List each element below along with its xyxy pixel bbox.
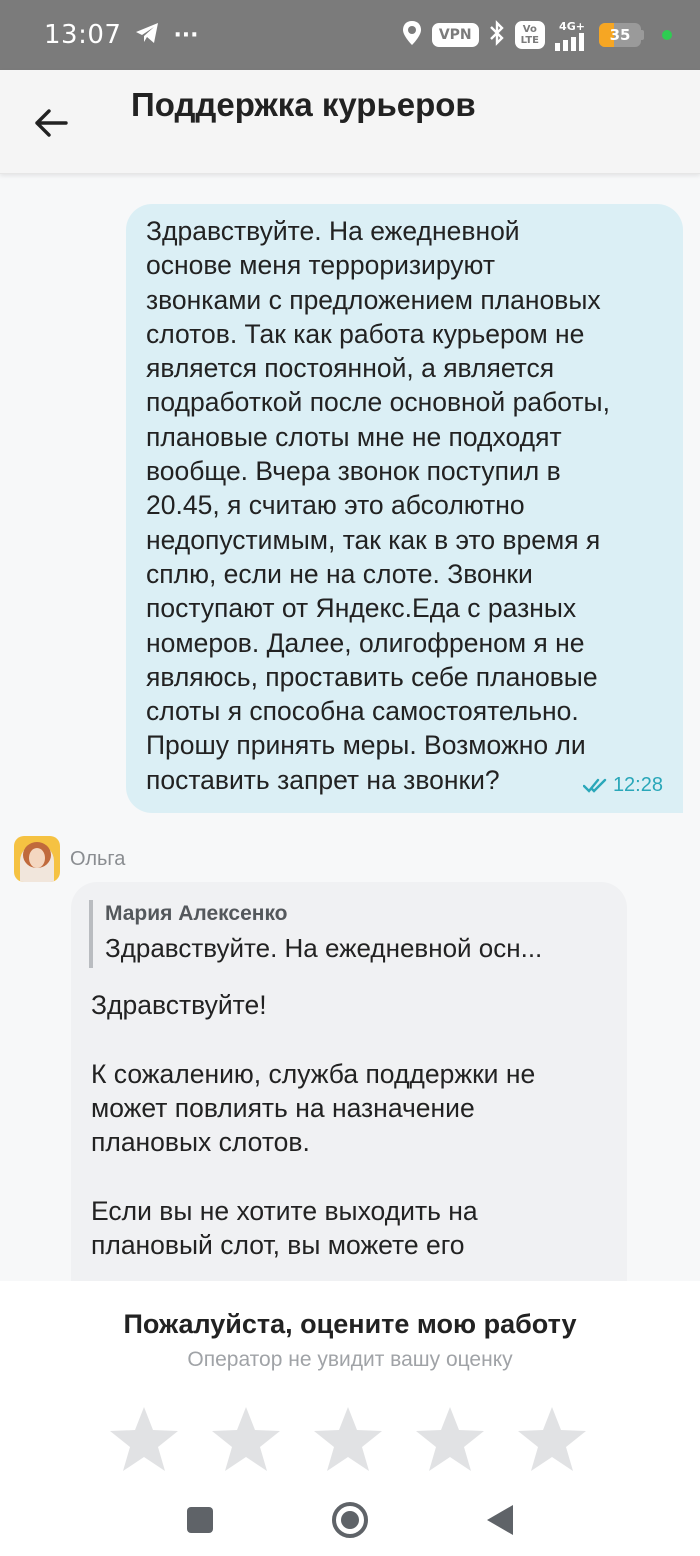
reply-quote[interactable]: Мария Алексенко Здравствуйте. На ежеднев… — [89, 900, 607, 968]
status-right: VPN Vo LTE 4G+ 35 — [402, 20, 672, 51]
recents-square-icon — [187, 1507, 213, 1533]
battery-percent: 35 — [609, 26, 631, 44]
back-nav-button[interactable] — [476, 1496, 524, 1544]
incoming-message[interactable]: Мария Алексенко Здравствуйте. На ежеднев… — [71, 882, 627, 1281]
incoming-message-text: Здравствуйте! К сожалению, служба поддер… — [91, 990, 536, 1261]
star-4-icon[interactable] — [414, 1405, 486, 1477]
more-dots: ··· — [173, 22, 199, 48]
status-left: 13:07 ··· — [44, 20, 199, 50]
signal-icon — [555, 32, 584, 51]
telegram-icon — [135, 22, 159, 48]
message-time-text: 12:28 — [612, 774, 663, 797]
arrow-left-icon — [35, 109, 68, 137]
rating-panel: Пожалуйста, оцените мою работу Оператор … — [0, 1281, 700, 1484]
back-triangle-icon — [487, 1505, 513, 1535]
message-time: 12:28 — [582, 774, 663, 797]
volte-badge: Vo LTE — [514, 21, 545, 49]
rating-subtitle: Оператор не увидит вашу оценку — [187, 1348, 513, 1371]
operator-row: Ольга — [14, 836, 125, 882]
outgoing-message-text: Здравствуйте. На ежедневной основе меня … — [146, 216, 610, 795]
quote-author: Мария Алексенко — [105, 902, 288, 925]
avatar-face — [29, 848, 45, 868]
battery-indicator: 35 — [599, 23, 644, 47]
network-type: 4G+ — [555, 20, 589, 51]
navigation-bar — [0, 1484, 700, 1556]
home-button[interactable] — [326, 1496, 374, 1544]
back-button[interactable] — [28, 100, 74, 146]
battery-body: 35 — [599, 23, 641, 47]
vpn-badge: VPN — [431, 23, 479, 47]
quote-text: Здравствуйте. На ежедневной осн... — [105, 933, 543, 963]
star-2-icon[interactable] — [210, 1405, 282, 1477]
app-header: Поддержка курьеров — [0, 70, 700, 174]
battery-tip — [641, 30, 644, 40]
bluetooth-icon — [489, 20, 505, 50]
outgoing-message[interactable]: Здравствуйте. На ежедневной основе меня … — [126, 204, 683, 814]
double-check-icon — [582, 778, 607, 793]
recents-button[interactable] — [176, 1496, 224, 1544]
avatar — [14, 836, 60, 882]
rating-title: Пожалуйста, оцените мою работу — [123, 1309, 577, 1339]
operator-name: Ольга — [70, 847, 126, 870]
network-label: 4G+ — [559, 19, 585, 33]
status-bar: 13:07 ··· VPN Vo LTE 4G+ 35 — [0, 0, 700, 70]
star-3-icon[interactable] — [312, 1405, 384, 1477]
avatar-figure — [20, 842, 54, 882]
rating-stars — [108, 1405, 588, 1477]
page-title: Поддержка курьеров — [131, 86, 476, 123]
location-icon — [402, 20, 422, 50]
star-1-icon[interactable] — [108, 1405, 180, 1477]
home-circle-icon — [332, 1502, 368, 1538]
privacy-dot — [662, 30, 672, 40]
status-time: 13:07 — [44, 20, 122, 50]
chat-area[interactable]: Здравствуйте. На ежедневной основе меня … — [0, 176, 700, 1281]
star-5-icon[interactable] — [516, 1405, 588, 1477]
